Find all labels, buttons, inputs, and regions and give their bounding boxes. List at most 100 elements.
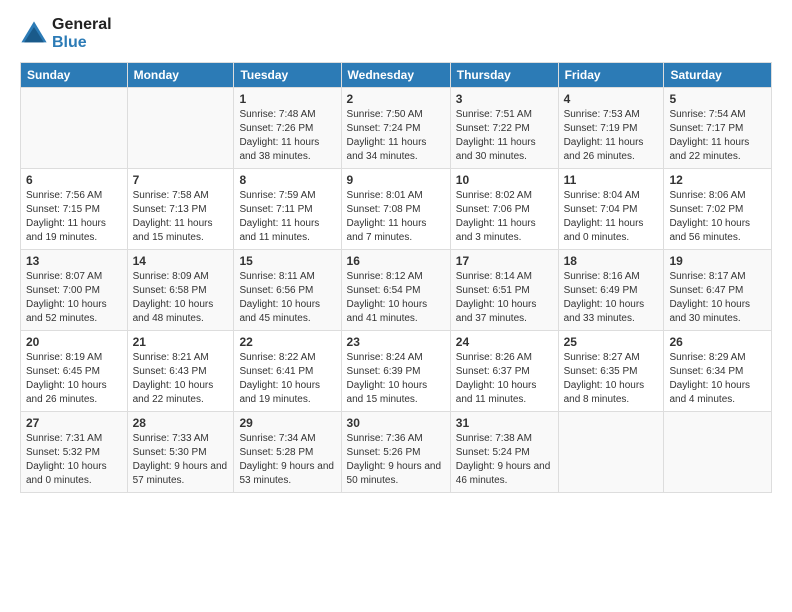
day-number: 19 [669,254,766,268]
calendar-table: SundayMondayTuesdayWednesdayThursdayFrid… [20,62,772,493]
calendar-header-row: SundayMondayTuesdayWednesdayThursdayFrid… [21,63,772,88]
day-number: 7 [133,173,229,187]
day-detail: Sunrise: 8:24 AM Sunset: 6:39 PM Dayligh… [347,351,445,407]
calendar-cell: 8 Sunrise: 7:59 AM Sunset: 7:11 PM Daylig… [234,169,341,250]
calendar-cell: 5Sunrise: 7:54 AM Sunset: 7:17 PM Daylig… [664,88,772,169]
calendar-cell: 11 Sunrise: 8:04 AM Sunset: 7:04 PM Dayli… [558,169,664,250]
calendar-cell: 12Sunrise: 8:06 AM Sunset: 7:02 PM Dayli… [664,169,772,250]
calendar-cell: 22 Sunrise: 8:22 AM Sunset: 6:41 PM Dayli… [234,331,341,412]
weekday-header-thursday: Thursday [450,63,558,88]
day-detail: Sunrise: 8:11 AM Sunset: 6:56 PM Dayligh… [239,270,335,326]
weekday-header-wednesday: Wednesday [341,63,450,88]
calendar-cell: 20Sunrise: 8:19 AM Sunset: 6:45 PM Dayli… [21,331,128,412]
calendar-cell: 3 Sunrise: 7:51 AM Sunset: 7:22 PM Daylig… [450,88,558,169]
calendar-cell: 25 Sunrise: 8:27 AM Sunset: 6:35 PM Dayli… [558,331,664,412]
day-detail: Sunrise: 8:09 AM Sunset: 6:58 PM Dayligh… [133,270,229,326]
day-number: 13 [26,254,122,268]
day-number: 30 [347,416,445,430]
day-number: 5 [669,92,766,106]
calendar-week-row: 13Sunrise: 8:07 AM Sunset: 7:00 PM Dayli… [21,250,772,331]
day-number: 15 [239,254,335,268]
day-detail: Sunrise: 7:34 AM Sunset: 5:28 PM Dayligh… [239,432,335,488]
calendar-cell: 18 Sunrise: 8:16 AM Sunset: 6:49 PM Dayli… [558,250,664,331]
day-number: 28 [133,416,229,430]
calendar-cell: 2 Sunrise: 7:50 AM Sunset: 7:24 PM Daylig… [341,88,450,169]
day-number: 25 [564,335,659,349]
calendar-cell: 17Sunrise: 8:14 AM Sunset: 6:51 PM Dayli… [450,250,558,331]
day-detail: Sunrise: 8:17 AM Sunset: 6:47 PM Dayligh… [669,270,766,326]
day-number: 10 [456,173,553,187]
calendar-cell: 14 Sunrise: 8:09 AM Sunset: 6:58 PM Dayli… [127,250,234,331]
logo-icon [20,20,48,48]
day-detail: Sunrise: 7:50 AM Sunset: 7:24 PM Dayligh… [347,108,445,164]
calendar-cell: 27 Sunrise: 7:31 AM Sunset: 5:32 PM Dayli… [21,412,128,493]
day-number: 6 [26,173,122,187]
day-number: 27 [26,416,122,430]
header: General Blue [20,16,772,52]
calendar-cell: 29 Sunrise: 7:34 AM Sunset: 5:28 PM Dayli… [234,412,341,493]
day-detail: Sunrise: 7:36 AM Sunset: 5:26 PM Dayligh… [347,432,445,488]
day-number: 14 [133,254,229,268]
day-detail: Sunrise: 7:33 AM Sunset: 5:30 PM Dayligh… [133,432,229,488]
day-detail: Sunrise: 7:51 AM Sunset: 7:22 PM Dayligh… [456,108,553,164]
calendar-cell: 24 Sunrise: 8:26 AM Sunset: 6:37 PM Dayli… [450,331,558,412]
calendar-cell: 19 Sunrise: 8:17 AM Sunset: 6:47 PM Dayli… [664,250,772,331]
weekday-header-saturday: Saturday [664,63,772,88]
day-detail: Sunrise: 7:53 AM Sunset: 7:19 PM Dayligh… [564,108,659,164]
day-number: 17 [456,254,553,268]
day-detail: Sunrise: 7:38 AM Sunset: 5:24 PM Dayligh… [456,432,553,488]
day-detail: Sunrise: 8:06 AM Sunset: 7:02 PM Dayligh… [669,189,766,245]
day-number: 26 [669,335,766,349]
day-detail: Sunrise: 8:27 AM Sunset: 6:35 PM Dayligh… [564,351,659,407]
weekday-header-monday: Monday [127,63,234,88]
day-detail: Sunrise: 8:22 AM Sunset: 6:41 PM Dayligh… [239,351,335,407]
day-detail: Sunrise: 8:12 AM Sunset: 6:54 PM Dayligh… [347,270,445,326]
calendar-cell: 7 Sunrise: 7:58 AM Sunset: 7:13 PM Daylig… [127,169,234,250]
logo: General Blue [20,16,112,52]
day-number: 29 [239,416,335,430]
calendar-cell: 21Sunrise: 8:21 AM Sunset: 6:43 PM Dayli… [127,331,234,412]
calendar-week-row: 27 Sunrise: 7:31 AM Sunset: 5:32 PM Dayli… [21,412,772,493]
calendar-cell: 23Sunrise: 8:24 AM Sunset: 6:39 PM Dayli… [341,331,450,412]
calendar-cell: 30 Sunrise: 7:36 AM Sunset: 5:26 PM Dayli… [341,412,450,493]
day-number: 11 [564,173,659,187]
day-detail: Sunrise: 7:59 AM Sunset: 7:11 PM Dayligh… [239,189,335,245]
calendar-cell: 26 Sunrise: 8:29 AM Sunset: 6:34 PM Dayli… [664,331,772,412]
day-number: 18 [564,254,659,268]
day-number: 22 [239,335,335,349]
logo-text: General Blue [52,16,112,52]
calendar-cell: 9Sunrise: 8:01 AM Sunset: 7:08 PM Daylig… [341,169,450,250]
calendar-cell: 16 Sunrise: 8:12 AM Sunset: 6:54 PM Dayli… [341,250,450,331]
calendar-cell: 1Sunrise: 7:48 AM Sunset: 7:26 PM Daylig… [234,88,341,169]
day-detail: Sunrise: 8:02 AM Sunset: 7:06 PM Dayligh… [456,189,553,245]
calendar-cell: 15 Sunrise: 8:11 AM Sunset: 6:56 PM Dayli… [234,250,341,331]
weekday-header-sunday: Sunday [21,63,128,88]
calendar-week-row: 20Sunrise: 8:19 AM Sunset: 6:45 PM Dayli… [21,331,772,412]
day-detail: Sunrise: 7:56 AM Sunset: 7:15 PM Dayligh… [26,189,122,245]
day-number: 16 [347,254,445,268]
day-number: 4 [564,92,659,106]
day-detail: Sunrise: 8:16 AM Sunset: 6:49 PM Dayligh… [564,270,659,326]
calendar-cell: 31 Sunrise: 7:38 AM Sunset: 5:24 PM Dayli… [450,412,558,493]
day-number: 2 [347,92,445,106]
day-detail: Sunrise: 7:31 AM Sunset: 5:32 PM Dayligh… [26,432,122,488]
day-number: 8 [239,173,335,187]
day-number: 31 [456,416,553,430]
day-detail: Sunrise: 8:26 AM Sunset: 6:37 PM Dayligh… [456,351,553,407]
calendar-cell: 28 Sunrise: 7:33 AM Sunset: 5:30 PM Dayli… [127,412,234,493]
day-detail: Sunrise: 8:04 AM Sunset: 7:04 PM Dayligh… [564,189,659,245]
calendar-week-row: 1Sunrise: 7:48 AM Sunset: 7:26 PM Daylig… [21,88,772,169]
day-number: 24 [456,335,553,349]
calendar-week-row: 6 Sunrise: 7:56 AM Sunset: 7:15 PM Daylig… [21,169,772,250]
calendar-cell [664,412,772,493]
day-detail: Sunrise: 8:29 AM Sunset: 6:34 PM Dayligh… [669,351,766,407]
calendar-cell: 13Sunrise: 8:07 AM Sunset: 7:00 PM Dayli… [21,250,128,331]
day-number: 9 [347,173,445,187]
day-detail: Sunrise: 7:58 AM Sunset: 7:13 PM Dayligh… [133,189,229,245]
day-number: 3 [456,92,553,106]
day-detail: Sunrise: 8:21 AM Sunset: 6:43 PM Dayligh… [133,351,229,407]
weekday-header-tuesday: Tuesday [234,63,341,88]
page: General Blue SundayMondayTuesdayWednesda… [0,0,792,612]
calendar-cell: 10 Sunrise: 8:02 AM Sunset: 7:06 PM Dayli… [450,169,558,250]
day-detail: Sunrise: 8:19 AM Sunset: 6:45 PM Dayligh… [26,351,122,407]
